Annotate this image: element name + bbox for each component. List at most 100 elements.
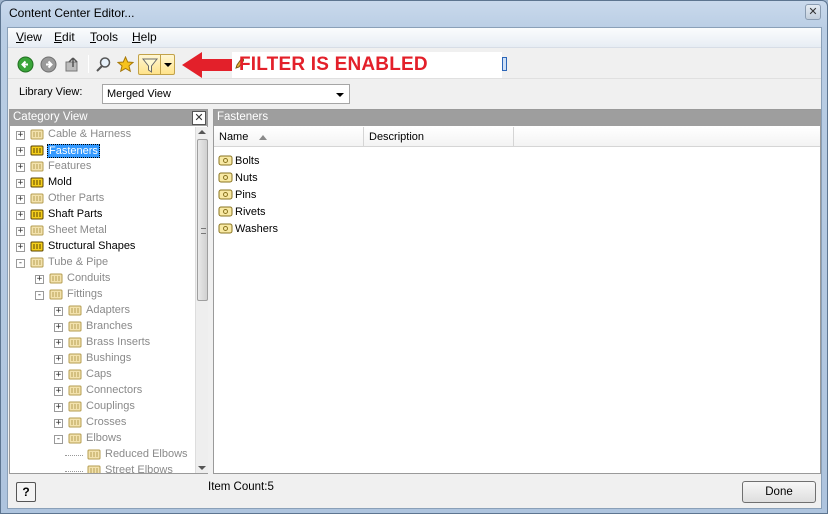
done-button[interactable]: Done (742, 481, 816, 503)
expand-icon[interactable]: + (16, 131, 25, 140)
column-header-description[interactable]: Description (364, 127, 514, 147)
category-icon (68, 353, 82, 364)
menu-view[interactable]: View (14, 30, 44, 44)
menu-help[interactable]: Help (130, 30, 159, 44)
category-icon (68, 369, 82, 380)
up-level-button[interactable] (62, 54, 82, 74)
expand-icon[interactable]: + (54, 419, 63, 428)
expand-icon[interactable]: + (16, 147, 25, 156)
tree-item[interactable]: + Features (10, 159, 193, 175)
tree-item[interactable]: + Cable & Harness (10, 127, 193, 143)
filter-button[interactable] (138, 54, 175, 75)
expand-icon[interactable]: + (54, 307, 63, 316)
tree-item[interactable]: + Structural Shapes (10, 239, 193, 255)
expand-icon[interactable]: + (35, 275, 44, 284)
tree-item[interactable]: + Sheet Metal (10, 223, 193, 239)
chevron-down-icon (336, 93, 344, 97)
list-item-label: Rivets (235, 206, 266, 218)
expand-icon[interactable]: + (54, 387, 63, 396)
category-view-title: Category View (13, 111, 88, 123)
column-header-name[interactable]: Name (214, 127, 364, 147)
search-button[interactable] (93, 54, 113, 74)
tree-item[interactable]: + Connectors (10, 383, 193, 399)
category-icon (68, 433, 82, 444)
expand-icon[interactable]: + (16, 195, 25, 204)
category-icon (49, 273, 63, 284)
back-arrow-icon (17, 56, 33, 72)
category-view-pane: Category View ✕ + Cable & Harness + Fastene… (9, 109, 208, 474)
favorites-button[interactable] (115, 54, 135, 74)
expand-icon[interactable]: + (54, 371, 63, 380)
menu-edit[interactable]: Edit (52, 30, 77, 44)
collapse-icon[interactable]: - (35, 291, 44, 300)
expand-icon[interactable]: + (16, 163, 25, 172)
expand-icon[interactable]: + (54, 323, 63, 332)
tree-item[interactable]: + Caps (10, 367, 193, 383)
scroll-thumb[interactable] (197, 139, 208, 301)
library-view-select[interactable]: Merged View (102, 84, 350, 104)
tree-item[interactable]: + Branches (10, 319, 193, 335)
tree-item-label: Elbows (86, 432, 122, 444)
list-item-label: Washers (235, 223, 278, 235)
tree-item[interactable]: + Adapters (10, 303, 193, 319)
tree-item[interactable]: + Other Parts (10, 191, 193, 207)
tree-item[interactable]: + Brass Inserts (10, 335, 193, 351)
forward-button[interactable] (38, 54, 58, 74)
category-icon (68, 337, 82, 348)
tree-item[interactable]: - Fittings (10, 287, 193, 303)
tree-item[interactable]: + Couplings (10, 399, 193, 415)
expand-icon[interactable]: + (16, 179, 25, 188)
tree-item[interactable]: - Elbows (10, 431, 193, 447)
client-area: View Edit Tools Help FILTER IS ENABLED L… (7, 27, 822, 509)
window-close-button[interactable]: ✕ (805, 4, 821, 20)
category-view-header: Category View (10, 110, 207, 126)
expand-icon[interactable]: + (54, 355, 63, 364)
tree-item-label: Crosses (86, 416, 127, 428)
status-bar: ? Item Count:5 Done (8, 476, 821, 509)
item-count: Item Count:5 (208, 481, 274, 493)
tree-item[interactable]: + Fasteners (10, 143, 193, 159)
help-button[interactable]: ? (16, 482, 36, 502)
tree-item-label: Sheet Metal (48, 224, 107, 236)
category-icon (68, 385, 82, 396)
category-icon (49, 289, 63, 300)
back-button[interactable] (15, 54, 35, 74)
tree-item[interactable]: + Conduits (10, 271, 193, 287)
tree-connector (65, 471, 83, 472)
expand-icon[interactable]: + (54, 403, 63, 412)
tree-item-label: Structural Shapes (48, 240, 136, 252)
collapse-icon[interactable]: - (16, 259, 25, 268)
category-icon (30, 177, 44, 188)
expand-icon[interactable]: + (16, 227, 25, 236)
tree-item-label: Shaft Parts (48, 208, 103, 220)
tree-item-label: Fittings (67, 288, 103, 300)
tree-item[interactable]: + Mold (10, 175, 193, 191)
forward-arrow-icon (40, 56, 56, 72)
tree-scrollbar[interactable] (195, 127, 208, 473)
tree-item[interactable]: Reduced Elbows (10, 447, 193, 463)
tree-item[interactable]: + Crosses (10, 415, 193, 431)
tree-item-label: Mold (48, 176, 72, 188)
category-tree: + Cable & Harness + Fasteners + Features + Mold… (10, 127, 193, 473)
expand-icon[interactable]: + (54, 339, 63, 348)
tree-item-label: Cable & Harness (48, 128, 132, 140)
tree-item[interactable]: Street Elbows (10, 463, 193, 473)
expand-icon[interactable]: + (16, 243, 25, 252)
list-item-label: Nuts (235, 172, 258, 184)
tree-item[interactable]: + Shaft Parts (10, 207, 193, 223)
tree-connector (65, 455, 83, 456)
menu-tools[interactable]: Tools (88, 30, 120, 44)
expand-icon[interactable]: + (16, 211, 25, 220)
scroll-up-icon[interactable] (198, 130, 206, 134)
tree-item-label: Couplings (86, 400, 135, 412)
scroll-down-icon[interactable] (198, 466, 206, 470)
tree-item[interactable]: - Tube & Pipe (10, 255, 193, 271)
category-view-close-button[interactable]: ✕ (192, 111, 206, 125)
category-icon (30, 257, 44, 268)
filter-dropdown-arrow-icon[interactable] (164, 63, 172, 67)
category-icon (87, 465, 101, 473)
title-bar[interactable]: Content Center Editor... ✕ (1, 1, 827, 27)
tree-item[interactable]: + Bushings (10, 351, 193, 367)
collapse-icon[interactable]: - (54, 435, 63, 444)
fastener-icon (218, 172, 233, 183)
